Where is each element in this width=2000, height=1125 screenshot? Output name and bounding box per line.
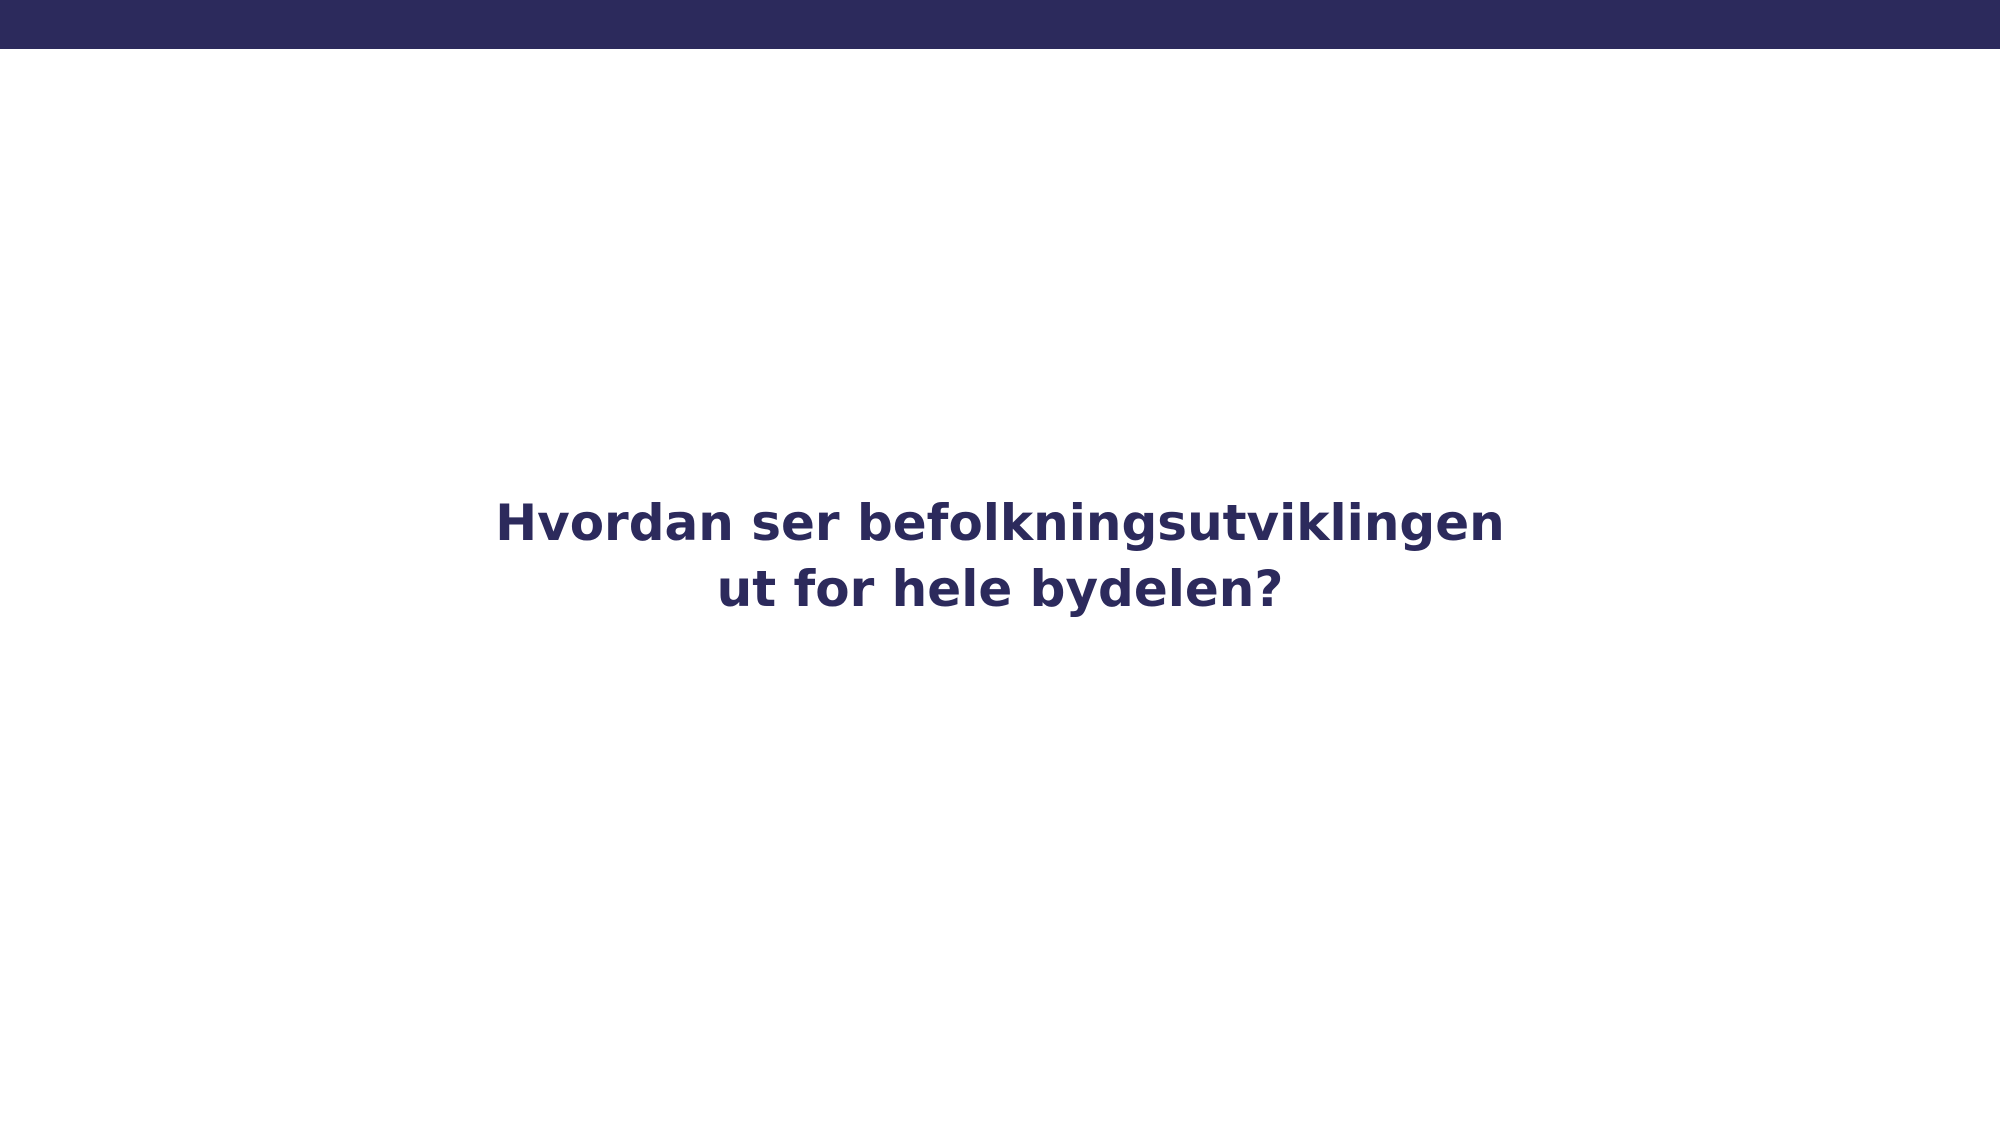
top-brand-bar (0, 0, 2000, 49)
slide-title-line-2: ut for hele bydelen? (716, 560, 1284, 618)
slide-title-line-1: Hvordan ser befolkningsutviklingen (495, 494, 1505, 552)
slide-title: Hvordan ser befolkningsutviklingen ut fo… (0, 490, 2000, 622)
